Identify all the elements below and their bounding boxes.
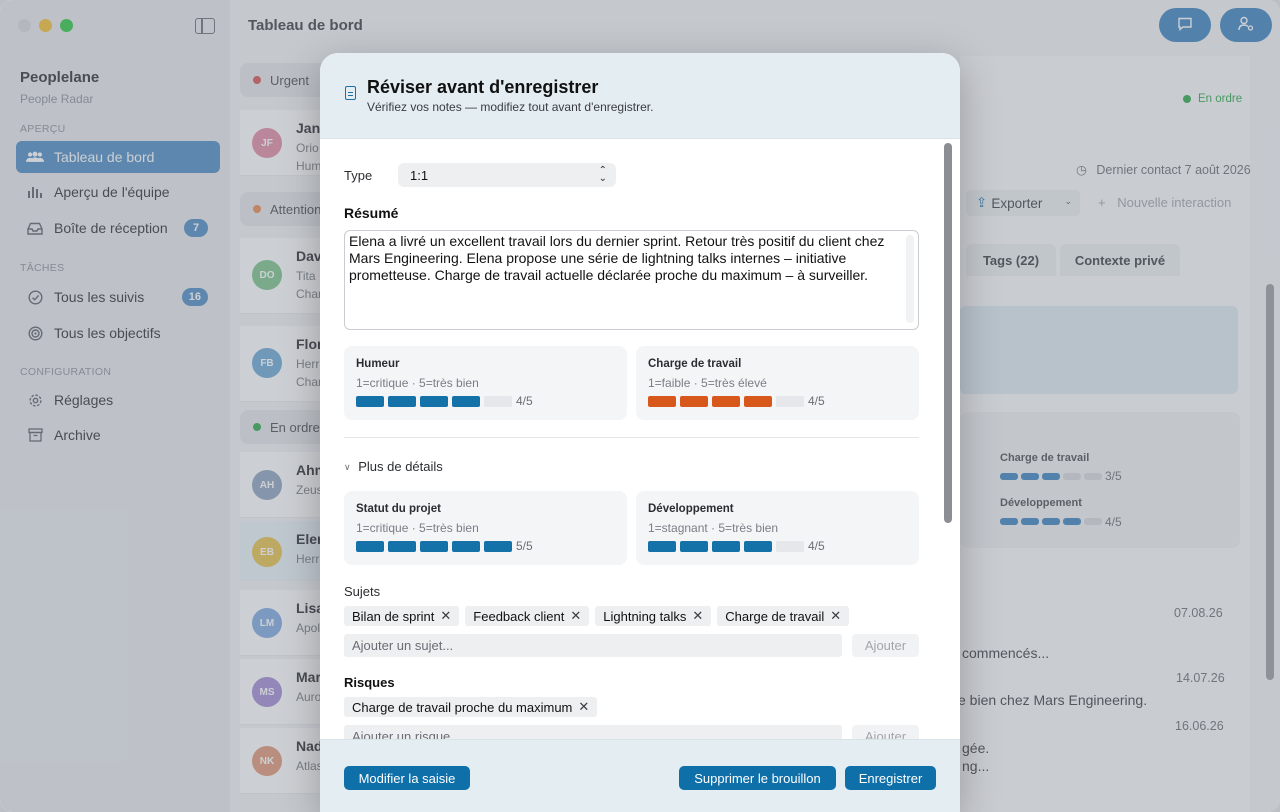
chip-label: Lightning talks [603, 608, 687, 624]
rating-segment-4[interactable] [452, 541, 480, 552]
divider [344, 437, 919, 438]
rating-bar[interactable] [356, 396, 512, 407]
metric-value: 4/5 [808, 394, 825, 408]
topic-chip: Charge de travail ✕ [717, 606, 850, 626]
metric-mood: Humeur 1=critique · 5=très bien 4/5 [344, 346, 627, 420]
rating-segment-3[interactable] [420, 396, 448, 407]
more-details-toggle[interactable]: ∨ Plus de détails [344, 459, 443, 474]
metric-value: 4/5 [516, 394, 533, 408]
topic-input[interactable]: Ajouter un sujet... [344, 634, 842, 657]
rating-segment-3[interactable] [712, 541, 740, 552]
modal-title: Réviser avant d'enregistrer [367, 77, 599, 97]
topic-chip: Feedback client ✕ [465, 606, 590, 626]
modal-subtitle: Vérifiez vos notes — modifiez tout avant… [367, 100, 654, 114]
modal-header: Réviser avant d'enregistrer Vérifiez vos… [320, 53, 960, 139]
more-details-label: Plus de détails [358, 459, 443, 474]
rating-segment-4[interactable] [452, 396, 480, 407]
rating-segment-1[interactable] [648, 396, 676, 407]
rating-segment-5[interactable] [776, 396, 804, 407]
risk-input[interactable]: Ajouter un risque... [344, 725, 842, 739]
metric-value: 4/5 [808, 539, 825, 553]
close-icon[interactable]: ✕ [440, 608, 451, 624]
chip-label: Bilan de sprint [352, 608, 435, 624]
app-window: Peoplelane People Radar APERÇU Tableau d… [0, 0, 1280, 812]
rating-segment-1[interactable] [356, 396, 384, 407]
rating-bar[interactable] [648, 541, 804, 552]
metric-title: Développement [648, 503, 734, 515]
metric-scale: 1=faible · 5=très élevé [648, 376, 767, 390]
type-value: 1:1 [410, 167, 429, 183]
chip-label: Charge de travail proche du maximum [352, 699, 573, 715]
close-icon[interactable]: ✕ [570, 608, 581, 624]
metric-title: Statut du projet [356, 503, 441, 515]
chevron-updown-icon: ⌃ ⌄ [598, 165, 607, 184]
save-button[interactable]: Enregistrer [845, 766, 936, 790]
rating-segment-3[interactable] [420, 541, 448, 552]
rating-segment-5[interactable] [484, 396, 512, 407]
modal-footer: Modifier la saisie Supprimer le brouillo… [320, 739, 960, 812]
add-topic-button[interactable]: Ajouter [852, 634, 919, 657]
document-icon [345, 86, 356, 100]
metric-project-status: Statut du projet 1=critique · 5=très bie… [344, 491, 627, 565]
chevron-down-icon: ∨ [344, 462, 351, 472]
metric-scale: 1=stagnant · 5=très bien [648, 521, 779, 535]
rating-segment-2[interactable] [388, 396, 416, 407]
topics-label: Sujets [344, 584, 381, 599]
risks-chips: Charge de travail proche du maximum ✕ [344, 697, 598, 717]
rating-segment-1[interactable] [356, 541, 384, 552]
review-modal: Réviser avant d'enregistrer Vérifiez vos… [320, 53, 960, 812]
close-icon[interactable]: ✕ [830, 608, 841, 624]
rating-segment-1[interactable] [648, 541, 676, 552]
rating-bar[interactable] [356, 541, 512, 552]
type-label: Type [344, 168, 373, 183]
topic-chip: Lightning talks ✕ [595, 606, 712, 626]
topics-chips: Bilan de sprint ✕ Feedback client ✕ Lightn… [344, 606, 850, 626]
summary-text: Elena a livré un excellent travail lors … [349, 233, 885, 283]
textarea-scrollbar[interactable] [906, 235, 914, 323]
topic-chip: Bilan de sprint ✕ [344, 606, 460, 626]
metric-scale: 1=critique · 5=très bien [356, 376, 479, 390]
rating-segment-2[interactable] [680, 541, 708, 552]
rating-segment-5[interactable] [776, 541, 804, 552]
metric-title: Humeur [356, 358, 400, 370]
add-risk-button[interactable]: Ajouter [852, 725, 919, 739]
rating-segment-2[interactable] [680, 396, 708, 407]
modal-scrollbar[interactable] [944, 143, 952, 523]
chip-label: Charge de travail [725, 608, 825, 624]
risks-label: Risques [344, 675, 395, 690]
risk-chip: Charge de travail proche du maximum ✕ [344, 697, 598, 717]
rating-segment-4[interactable] [744, 396, 772, 407]
modal-body: Type 1:1 ⌃ ⌄ Résumé Elena a livré un exce… [320, 139, 960, 739]
delete-draft-button[interactable]: Supprimer le brouillon [679, 766, 836, 790]
rating-segment-5[interactable] [484, 541, 512, 552]
metric-development: Développement 1=stagnant · 5=très bien 4… [636, 491, 919, 565]
type-select[interactable]: 1:1 ⌃ ⌄ [398, 163, 616, 187]
close-icon[interactable]: ✕ [578, 699, 589, 715]
metric-title: Charge de travail [648, 358, 742, 370]
metric-scale: 1=critique · 5=très bien [356, 521, 479, 535]
close-icon[interactable]: ✕ [692, 608, 703, 624]
rating-segment-4[interactable] [744, 541, 772, 552]
rating-segment-2[interactable] [388, 541, 416, 552]
chip-label: Feedback client [473, 608, 565, 624]
summary-textarea[interactable]: Elena a livré un excellent travail lors … [344, 230, 919, 330]
rating-bar[interactable] [648, 396, 804, 407]
metric-value: 5/5 [516, 539, 533, 553]
rating-segment-3[interactable] [712, 396, 740, 407]
edit-entry-button[interactable]: Modifier la saisie [344, 766, 470, 790]
summary-label: Résumé [344, 205, 399, 221]
metric-workload: Charge de travail 1=faible · 5=très élev… [636, 346, 919, 420]
